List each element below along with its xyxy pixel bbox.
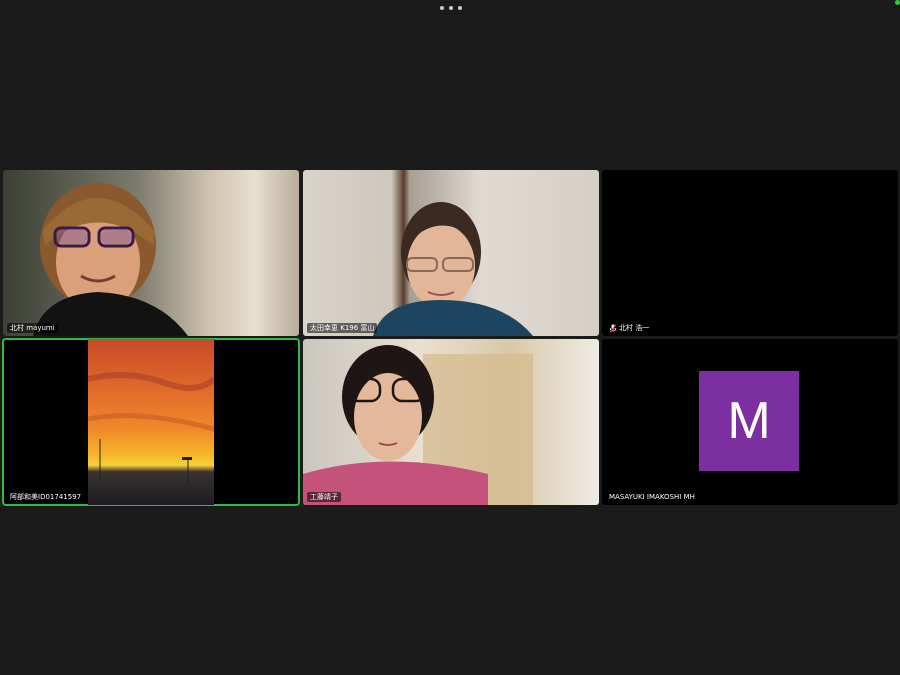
video-tile[interactable]: 北村 mayumi bbox=[3, 170, 299, 336]
video-tile[interactable]: 北村 浩一 bbox=[602, 170, 898, 336]
mic-muted-icon bbox=[609, 323, 617, 333]
participant-name-label: 北村 浩一 bbox=[606, 323, 653, 333]
participant-name-label: 工藤靖子 bbox=[307, 492, 341, 502]
participant-name-label: 阿部和美ID01741597 bbox=[7, 492, 85, 502]
avatar: M bbox=[699, 371, 799, 471]
video-tile[interactable]: 工藤靖子 bbox=[303, 339, 599, 505]
sunset-scene bbox=[88, 372, 214, 484]
participant-video bbox=[33, 183, 188, 336]
participant-name-label: 太田幸恵 K196 富山 bbox=[307, 323, 378, 333]
participant-name-label: MASAYUKI IMAKOSHI MH bbox=[606, 492, 698, 502]
participant-video bbox=[88, 339, 214, 505]
connection-status-indicator bbox=[895, 0, 900, 5]
video-tile[interactable]: 太田幸恵 K196 富山 bbox=[303, 170, 599, 336]
participant-video bbox=[373, 202, 533, 336]
more-options-icon[interactable] bbox=[440, 2, 462, 14]
participant-video bbox=[303, 345, 533, 505]
video-tile-active-speaker[interactable]: 阿部和美ID01741597 bbox=[2, 338, 300, 506]
video-tile[interactable]: M MASAYUKI IMAKOSHI MH bbox=[602, 339, 898, 505]
participant-name-label: 北村 mayumi bbox=[7, 323, 58, 333]
